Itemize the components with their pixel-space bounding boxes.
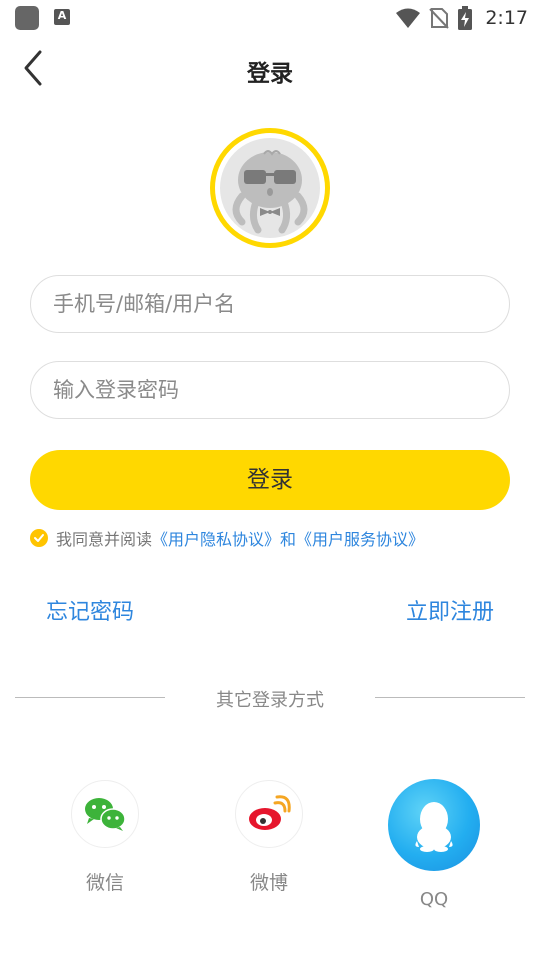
password-input[interactable] bbox=[51, 362, 485, 418]
weibo-icon bbox=[235, 780, 303, 848]
service-agreement-link[interactable]: 《用户服务协议》 bbox=[296, 526, 424, 550]
qq-label: QQ bbox=[419, 889, 449, 910]
register-link[interactable]: 立即注册 bbox=[406, 594, 494, 626]
octopus-mascot-icon bbox=[220, 138, 320, 238]
avatar bbox=[210, 128, 330, 248]
agreement-checkbox-icon[interactable] bbox=[30, 529, 48, 547]
page-title: 登录 bbox=[247, 61, 293, 87]
status-icons: 2:17 bbox=[395, 4, 528, 32]
weibo-login-button[interactable]: 微博 bbox=[234, 780, 304, 895]
qq-icon bbox=[388, 779, 480, 871]
password-field[interactable] bbox=[30, 361, 510, 419]
username-field[interactable] bbox=[30, 275, 510, 333]
a-notification-icon: A bbox=[54, 9, 70, 25]
weibo-label: 微博 bbox=[249, 872, 288, 894]
username-input[interactable] bbox=[51, 276, 485, 332]
header: 登录 bbox=[0, 36, 540, 102]
battery-charging-icon bbox=[458, 6, 473, 30]
wechat-login-button[interactable]: 微信 bbox=[70, 780, 140, 895]
wechat-label: 微信 bbox=[85, 872, 124, 894]
wechat-icon bbox=[71, 780, 139, 848]
status-bar: A 2:17 bbox=[0, 0, 540, 36]
agreement-row: 我同意并阅读 《用户隐私协议》 和 《用户服务协议》 bbox=[30, 526, 424, 550]
privacy-policy-link[interactable]: 《用户隐私协议》 bbox=[152, 526, 280, 550]
login-page: A 2:17 登录 手机号/邮箱/用户名 登录 我同意并阅读 《用户隐私协议》 … bbox=[0, 0, 540, 960]
status-time: 2:17 bbox=[485, 7, 528, 29]
no-sim-icon bbox=[429, 8, 450, 29]
qq-login-button[interactable]: QQ bbox=[386, 779, 482, 910]
login-button[interactable]: 登录 bbox=[30, 450, 510, 510]
divider bbox=[375, 697, 525, 698]
other-login-title: 其它登录方式 bbox=[216, 690, 324, 711]
agreement-prefix: 我同意并阅读 bbox=[56, 530, 153, 549]
agreement-and: 和 bbox=[280, 530, 297, 549]
divider bbox=[15, 697, 165, 698]
forgot-password-link[interactable]: 忘记密码 bbox=[46, 594, 134, 626]
app-notification-icon bbox=[15, 6, 39, 30]
wifi-icon bbox=[396, 8, 421, 28]
